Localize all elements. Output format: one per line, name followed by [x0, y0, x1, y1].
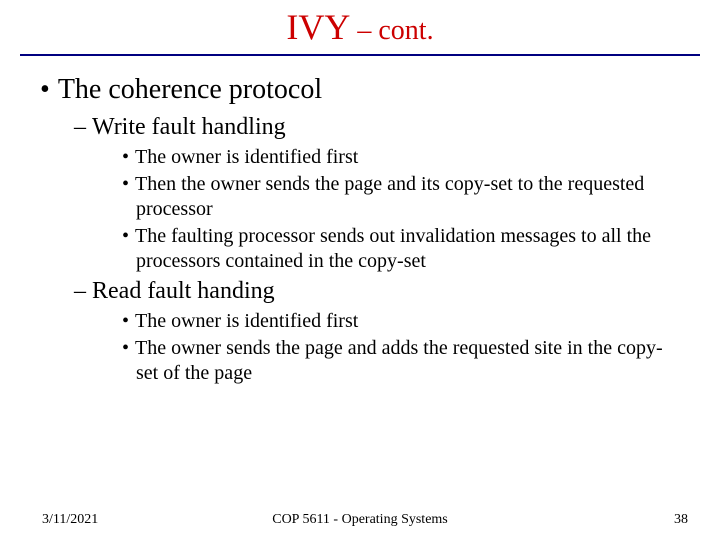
bullet-level3: •The owner is identified first	[28, 309, 692, 334]
bullet-level1: •The coherence protocol	[28, 74, 692, 106]
bullet-level3: •Then the owner sends the page and its c…	[28, 172, 692, 222]
bullet-dot-icon: •	[122, 173, 135, 195]
bullet-level3-text: The owner is identified first	[135, 146, 358, 168]
title-suffix: – cont.	[350, 15, 433, 46]
bullet-level2-text: Write fault handling	[92, 114, 286, 140]
slide-title: IVY – cont.	[0, 0, 720, 48]
bullet-level2-text: Read fault handing	[92, 278, 275, 304]
bullet-dot-icon: •	[40, 74, 58, 105]
bullet-level3-text: The owner sends the page and adds the re…	[135, 337, 663, 384]
footer-date: 3/11/2021	[42, 512, 98, 528]
bullet-level3-text: The owner is identified first	[135, 310, 358, 332]
bullet-level3: •The owner sends the page and adds the r…	[28, 336, 692, 386]
bullet-dot-icon: •	[122, 225, 135, 247]
dash-icon: –	[74, 278, 92, 304]
slide-footer: 3/11/2021 COP 5611 - Operating Systems 3…	[0, 512, 720, 528]
slide-body: •The coherence protocol –Write fault han…	[0, 56, 720, 386]
bullet-level1-text: The coherence protocol	[58, 74, 322, 105]
bullet-level3-text: Then the owner sends the page and its co…	[135, 173, 644, 220]
footer-course: COP 5611 - Operating Systems	[0, 512, 720, 528]
slide: IVY – cont. •The coherence protocol –Wri…	[0, 0, 720, 540]
dash-icon: –	[74, 114, 92, 140]
bullet-level3-text: The faulting processor sends out invalid…	[135, 225, 651, 272]
bullet-dot-icon: •	[122, 310, 135, 332]
bullet-dot-icon: •	[122, 337, 135, 359]
bullet-level3: •The owner is identified first	[28, 145, 692, 170]
bullet-level2: –Read fault handing	[28, 278, 692, 305]
bullet-level3: •The faulting processor sends out invali…	[28, 224, 692, 274]
bullet-dot-icon: •	[122, 146, 135, 168]
bullet-level2: –Write fault handling	[28, 114, 692, 141]
footer-page-number: 38	[674, 512, 688, 528]
title-main: IVY	[286, 7, 350, 47]
